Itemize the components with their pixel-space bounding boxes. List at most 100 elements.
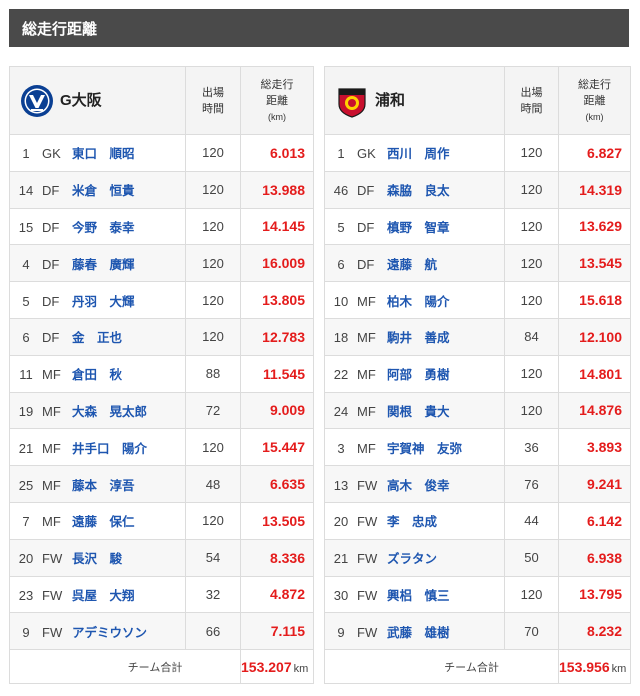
minutes-played: 54 [185,538,241,577]
player-info-cell: 5 DF 丹羽 大輝 [9,281,186,319]
distance-value: 15.618 [558,281,631,319]
player-row: 21 MF 井手口 陽介 120 15.447 [9,428,314,467]
position: DF [357,219,375,235]
player-info-cell: 1 GK 東口 順昭 [9,134,186,172]
player-name-link[interactable]: 興梠 慎三 [387,585,450,604]
position: FW [357,514,378,530]
player-name-link[interactable]: 米倉 恒貴 [72,180,135,199]
player-info-cell: 19 MF 大森 晃太郎 [9,391,186,430]
position: GK [357,146,376,162]
player-name-link[interactable]: 駒井 善成 [387,327,450,346]
player-name-link[interactable]: ズラタン [387,548,437,567]
player-row: 46 DF 森脇 良太 120 14.319 [324,170,631,209]
jersey-number: 4 [22,256,30,272]
player-row: 9 FW 武藤 雄樹 70 8.232 [324,612,631,651]
distance-value: 8.336 [240,538,314,577]
distance-value: 6.827 [558,134,631,172]
minutes-played: 84 [504,317,559,356]
minutes-played: 66 [185,612,241,651]
jersey-number: 23 [18,587,34,603]
player-name-link[interactable]: アデミウソン [72,622,147,641]
player-info-cell: 30 FW 興梠 慎三 [324,575,505,614]
minutes-played: 120 [185,170,241,209]
player-info-cell: 6 DF 金 正也 [9,317,186,356]
minutes-played: 72 [185,391,241,430]
distance-value: 4.872 [240,575,314,614]
player-name-link[interactable]: 柏木 陽介 [387,291,450,310]
distance-value: 13.629 [558,207,631,246]
distance-header: 総走行 距離 (km) [558,66,631,135]
distance-value: 13.988 [240,170,314,209]
jersey-number: 14 [18,183,34,199]
position: DF [42,293,60,309]
jersey-number: 30 [333,587,349,603]
player-row: 7 MF 遠藤 保仁 120 13.505 [9,501,314,540]
player-name-link[interactable]: 長沢 駿 [72,548,122,567]
player-name-link[interactable]: 槙野 智章 [387,217,450,236]
player-info-cell: 24 MF 関根 貴大 [324,391,505,430]
player-name-link[interactable]: 丹羽 大輝 [72,291,135,310]
player-name-link[interactable]: 金 正也 [72,327,122,346]
player-name-link[interactable]: 遠藤 保仁 [72,511,135,530]
player-name-link[interactable]: 森脇 良太 [387,180,450,199]
player-info-cell: 10 MF 柏木 陽介 [324,281,505,319]
player-name-link[interactable]: 大森 晃太郎 [72,401,147,420]
player-name-link[interactable]: 遠藤 航 [387,254,437,273]
jersey-number: 22 [333,367,349,383]
player-name-link[interactable]: 阿部 勇樹 [387,364,450,383]
player-name-link[interactable]: 関根 貴大 [387,401,450,420]
distance-value: 12.100 [558,317,631,356]
player-info-cell: 3 MF 宇賀神 友弥 [324,428,505,467]
position: MF [42,514,61,530]
player-row: 9 FW アデミウソン 66 7.115 [9,612,314,651]
team-header-urawa: 浦和 [324,66,505,135]
jersey-number: 1 [22,146,30,162]
distance-value: 3.893 [558,428,631,467]
minutes-played: 120 [504,134,559,172]
position: DF [42,183,60,199]
player-name-link[interactable]: 西川 周作 [387,143,450,162]
player-row: 4 DF 藤春 廣輝 120 16.009 [9,244,314,283]
distance-value: 15.447 [240,428,314,467]
jersey-number: 25 [18,477,34,493]
jersey-number: 5 [22,293,30,309]
player-info-cell: 7 MF 遠藤 保仁 [9,501,186,540]
player-info-cell: 25 MF 藤本 淳吾 [9,465,186,503]
distance-value: 6.142 [558,501,631,540]
jersey-number: 10 [333,293,349,309]
player-name-link[interactable]: 井手口 陽介 [72,438,147,457]
player-name-link[interactable]: 今野 泰幸 [72,217,135,236]
player-name-link[interactable]: 高木 俊幸 [387,475,450,494]
minutes-played: 120 [185,428,241,467]
player-info-cell: 4 DF 藤春 廣輝 [9,244,186,283]
player-name-link[interactable]: 武藤 雄樹 [387,622,450,641]
player-name-link[interactable]: 東口 順昭 [72,143,135,162]
distance-value: 13.545 [558,244,631,283]
position: MF [42,440,61,456]
team-name: G大阪 [60,91,102,109]
minutes-played: 120 [185,207,241,246]
player-name-link[interactable]: 李 忠成 [387,511,437,530]
position: DF [42,330,60,346]
distance-value: 7.115 [240,612,314,651]
player-row: 11 MF 倉田 秋 88 11.545 [9,354,314,393]
position: MF [357,330,376,346]
player-info-cell: 15 DF 今野 泰幸 [9,207,186,246]
position: FW [42,624,63,640]
player-name-link[interactable]: 倉田 秋 [72,364,122,383]
player-name-link[interactable]: 宇賀神 友弥 [387,438,462,457]
player-row: 6 DF 金 正也 120 12.783 [9,317,314,356]
player-name-link[interactable]: 藤本 淳吾 [72,475,135,494]
distance-value: 12.783 [240,317,314,356]
jersey-number: 9 [337,624,345,640]
player-info-cell: 46 DF 森脇 良太 [324,170,505,209]
player-info-cell: 21 FW ズラタン [324,538,505,577]
team-table-urawa: 浦和 出場 時間 総走行 距離 (km) 1 GK 西川 周作 120 6.827 46 DF 森脇… [324,66,631,685]
player-name-link[interactable]: 藤春 廣輝 [72,254,135,273]
distance-value: 11.545 [240,354,314,393]
position: MF [42,477,61,493]
player-name-link[interactable]: 呉屋 大翔 [72,585,135,604]
jersey-number: 9 [22,624,30,640]
position: FW [357,551,378,567]
position: DF [42,219,60,235]
